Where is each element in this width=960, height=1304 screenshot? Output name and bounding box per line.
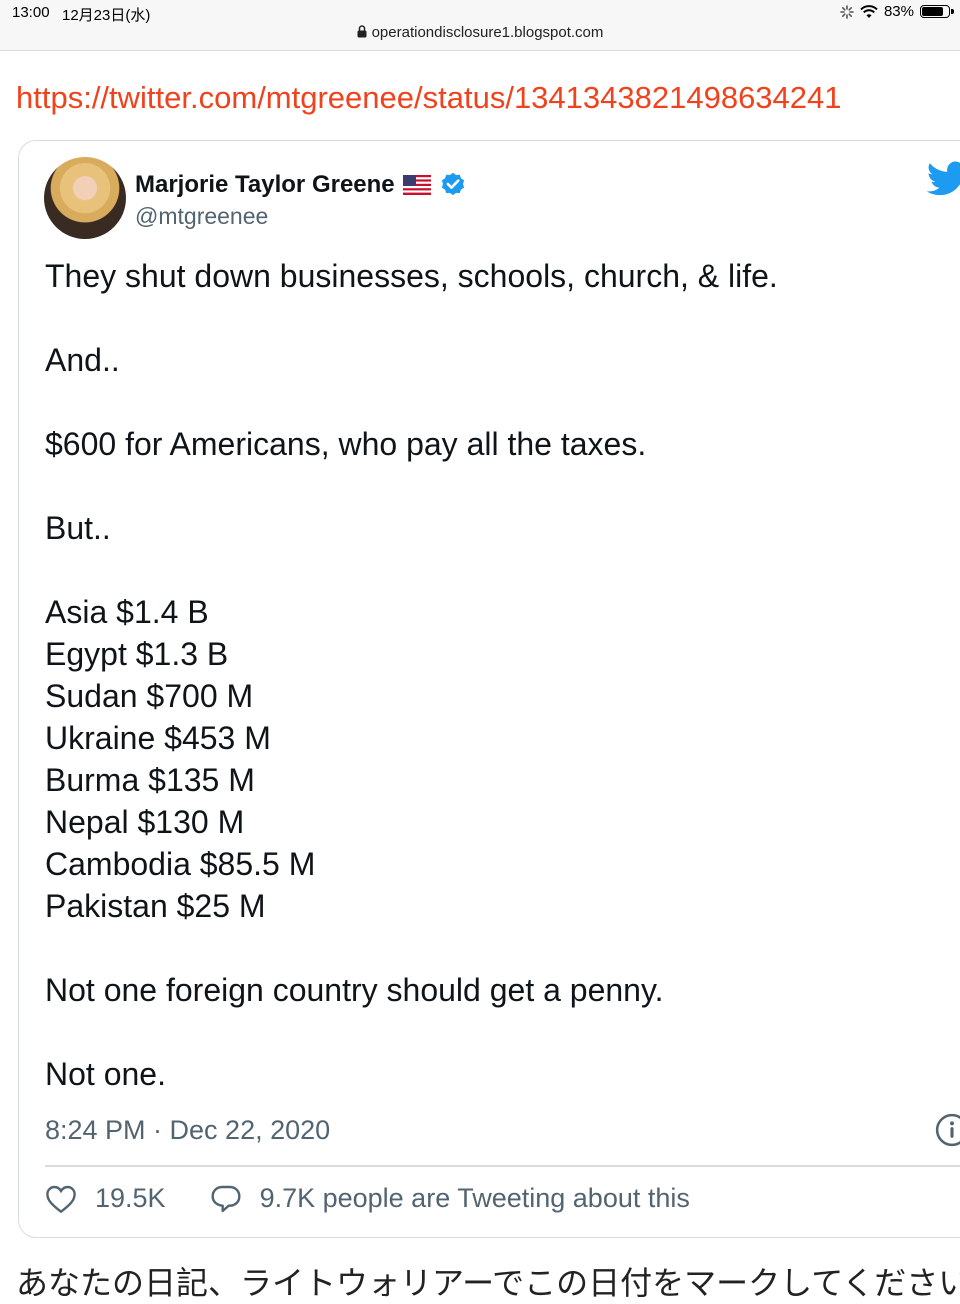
tweet-paragraph: And..: [45, 342, 120, 378]
avatar[interactable]: [44, 157, 126, 239]
status-time: 13:00: [12, 4, 50, 21]
aid-list-item: Nepal $130 M: [45, 804, 245, 840]
tweet-actions: 19.5K 9.7K people are Tweeting about thi…: [45, 1183, 690, 1214]
like-button[interactable]: 19.5K: [45, 1183, 166, 1214]
embedded-tweet[interactable]: Marjorie Taylor Greene @mtgreenee They s…: [18, 140, 960, 1238]
aid-list-item: Sudan $700 M: [45, 678, 254, 714]
status-date: 12月23日(水): [62, 7, 151, 24]
battery-icon: [920, 5, 954, 18]
like-count: 19.5K: [95, 1183, 166, 1213]
author-name-row[interactable]: Marjorie Taylor Greene: [135, 171, 467, 199]
heart-icon: [46, 1185, 76, 1213]
tweet-paragraph: But..: [45, 510, 111, 546]
footer-text: あなたの日記、ライトウォリアーでこの日付をマークしてください: [16, 1265, 960, 1301]
twitter-bird-icon[interactable]: [927, 161, 960, 197]
aid-list-item: Egypt $1.3 B: [45, 636, 229, 672]
aid-list-item: Pakistan $25 M: [45, 888, 266, 924]
tweet-paragraph: Not one foreign country should get a pen…: [45, 972, 664, 1008]
tweeting-about-text: 9.7K people are Tweeting about this: [259, 1183, 690, 1213]
loading-spinner-icon: [840, 4, 854, 19]
speech-bubble-icon: [211, 1185, 241, 1212]
address-bar[interactable]: operationdisclosure1.blogspot.com: [0, 24, 960, 41]
divider: [45, 1165, 960, 1167]
tweet-paragraph: $600 for Americans, who pay all the taxe…: [45, 426, 647, 462]
tweet-source-link[interactable]: https://twitter.com/mtgreenee/status/134…: [16, 80, 842, 116]
wifi-icon: [860, 4, 878, 18]
tweet-body: They shut down businesses, schools, chur…: [45, 255, 945, 1095]
battery-percent: 83%: [883, 3, 914, 20]
info-icon[interactable]: [935, 1113, 960, 1147]
aid-list-item: Cambodia $85.5 M: [45, 846, 316, 882]
verified-badge-icon: [441, 172, 464, 196]
author-handle[interactable]: @mtgreenee: [135, 203, 268, 230]
aid-list-item: Asia $1.4 B: [45, 594, 209, 630]
us-flag-icon: [402, 175, 431, 195]
aid-list-item: Ukraine $453 M: [45, 720, 271, 756]
tweet-paragraph: Not one.: [45, 1056, 166, 1092]
url-text: operationdisclosure1.blogspot.com: [371, 24, 604, 41]
tweet-timestamp[interactable]: 8:24 PM · Dec 22, 2020: [45, 1115, 330, 1146]
tweeting-about-link[interactable]: 9.7K people are Tweeting about this: [210, 1183, 690, 1214]
author-name: Marjorie Taylor Greene: [135, 171, 395, 198]
status-indicators: 83%: [840, 3, 954, 20]
aid-list-item: Burma $135 M: [45, 762, 255, 798]
ios-status-bar: 13:00 12月23日(水) 83% operationdisclosure1…: [0, 0, 960, 51]
tweet-paragraph: They shut down businesses, schools, chur…: [45, 258, 778, 294]
lock-icon: [357, 25, 367, 38]
